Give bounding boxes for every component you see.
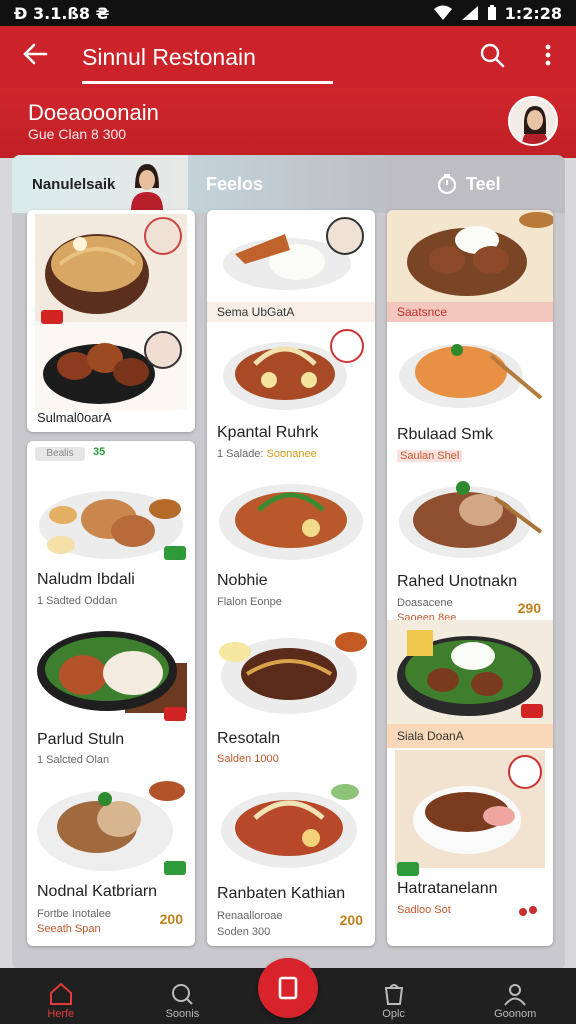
status-time: 1:2:28 <box>504 3 562 23</box>
signal-icon <box>461 6 478 20</box>
dish-subtitle-main: 1 Salade: <box>217 448 264 460</box>
user-avatar[interactable] <box>508 96 558 146</box>
dish-photo <box>395 326 545 418</box>
cart-fab-button[interactable] <box>258 958 318 1018</box>
profile-icon <box>504 984 526 1006</box>
badge-count: 35 <box>93 446 106 458</box>
veg-tag <box>164 861 186 875</box>
section-banner: Siala DoanA <box>387 724 553 748</box>
dish-card-sulmal[interactable]: Sulmal0oarA <box>27 210 195 432</box>
veg-tag <box>164 546 186 560</box>
dish-title: Nodnal Katbriarn <box>37 883 158 900</box>
status-bar: Ð 3.1.ß8 ₴ 1:2:28 <box>0 0 576 26</box>
section-banner: Sema UbGatA <box>207 302 375 322</box>
back-button[interactable] <box>0 42 70 72</box>
more-button[interactable] <box>520 43 576 72</box>
dish-photo <box>215 214 367 302</box>
search-button[interactable] <box>464 42 520 73</box>
spicy-tag <box>164 707 186 721</box>
dish-title: Parlud Stuln <box>37 731 125 748</box>
dish-title: Hatratanelann <box>397 880 498 897</box>
dish-price: 200 <box>339 912 363 928</box>
search-icon <box>480 43 505 67</box>
dish-title: Sulmal0oarA <box>37 410 112 425</box>
dish-photo <box>215 618 367 722</box>
header-subtitle: Gue Clan 8 300 <box>28 126 127 142</box>
dish-subtitle-accent: Soonanee <box>266 448 317 460</box>
home-icon <box>49 982 72 1005</box>
app-bar: Sinnul Restonain <box>0 26 576 88</box>
badge-label: Bealis <box>35 447 85 461</box>
dish-location: Saulan Shel <box>397 450 463 462</box>
nav-label: Soonis <box>165 1008 200 1020</box>
timer-icon <box>437 174 457 195</box>
nav-orders[interactable]: Oplc <box>348 982 440 1020</box>
dish-photo <box>215 772 367 876</box>
dish-title: Rbulaad Smk <box>397 426 494 443</box>
dish-price: 290 <box>517 600 541 616</box>
dish-subtitle: 1 Salade: Soonanee <box>217 448 317 460</box>
spicy-tag <box>41 310 63 324</box>
tab-nanulelsaik[interactable]: Nanulelsaik <box>12 155 188 213</box>
dish-subtitle: 1 Sadted Oddan <box>37 595 118 607</box>
dish-photo <box>35 322 187 410</box>
dish-title: Resotaln <box>217 730 281 747</box>
dish-subtitle: Renaalloroae <box>217 910 283 922</box>
app-title: Sinnul Restonain <box>82 43 256 70</box>
dish-location: Salden 1000 <box>217 753 279 765</box>
tab-feelos[interactable]: Feelos <box>188 155 386 213</box>
dish-photo <box>35 214 187 322</box>
nav-search[interactable]: Soonis <box>136 982 228 1020</box>
cart-icon <box>278 976 298 1000</box>
spicy-tag <box>521 704 543 718</box>
menu-panel: Nanulelsaik Feelos Teel Sulmal0oarA Beal… <box>12 155 565 970</box>
header-title: Doeaooonain <box>28 100 159 125</box>
bag-icon <box>384 984 403 1005</box>
status-left: Ð 3.1.ß8 ₴ <box>14 3 110 23</box>
dish-subtitle: Flalon Eonpe <box>217 596 282 608</box>
title-underline <box>82 81 333 84</box>
nav-home[interactable]: Herfe <box>15 982 107 1020</box>
dish-subtitle: Doasacene <box>397 597 453 609</box>
veg-tag <box>397 862 419 876</box>
dish-card-list-right: Saatsnce Rbulaad Smk Saulan Shel Rahed U… <box>387 210 553 946</box>
dish-location: Sadloo Sot <box>397 904 451 916</box>
battery-icon <box>487 5 496 20</box>
dish-card-list-middle: Sema UbGatA Kpantal Ruhrk 1 Salade: Soon… <box>207 210 375 946</box>
dish-title: Rahed Unotnakn <box>397 573 518 590</box>
search-icon <box>172 984 194 1005</box>
tab-teel[interactable]: Teel <box>386 155 565 213</box>
dish-title: Nobhie <box>217 572 268 589</box>
arrow-left-icon <box>23 43 48 65</box>
tab-label: Teel <box>466 173 501 194</box>
section-banner: Saatsnce <box>387 302 553 322</box>
dish-location: Seeath Span <box>37 923 101 935</box>
nav-label: Herfe <box>47 1008 75 1020</box>
dish-price: 200 <box>159 911 183 927</box>
nav-label: Goonom <box>494 1008 537 1020</box>
tab-label: Nanulelsaik <box>32 175 116 193</box>
favorite-icon[interactable] <box>517 904 539 918</box>
wifi-icon <box>433 5 452 20</box>
dish-photo <box>215 466 367 566</box>
dish-card-list-left: Bealis 35 Naludm Ibdali 1 Sadted Oddan P… <box>27 441 195 946</box>
dish-subtitle: 1 Salcted Olan <box>37 754 110 766</box>
dish-title: Naludm Ibdali <box>37 571 135 588</box>
category-tabs: Nanulelsaik Feelos Teel <box>12 155 565 213</box>
dish-photo <box>215 324 367 416</box>
nav-label: Oplc <box>382 1008 405 1020</box>
dish-title: Kpantal Ruhrk <box>217 424 319 441</box>
dish-photo <box>395 468 545 564</box>
more-vertical-icon <box>545 44 551 65</box>
dish-subtitle: Fortbe Inotalee <box>37 908 111 920</box>
dish-photo <box>387 210 553 302</box>
restaurant-header: Doeaooonain Gue Clan 8 300 <box>0 88 576 158</box>
chef-illustration <box>131 164 164 210</box>
tab-label: Feelos <box>206 173 264 194</box>
dish-photo <box>35 613 187 723</box>
dish-photo <box>395 750 545 868</box>
nav-profile[interactable]: Goonom <box>469 982 561 1020</box>
dish-location: Soden 300 <box>217 926 271 938</box>
dish-title: Ranbaten Kathian <box>217 885 346 902</box>
